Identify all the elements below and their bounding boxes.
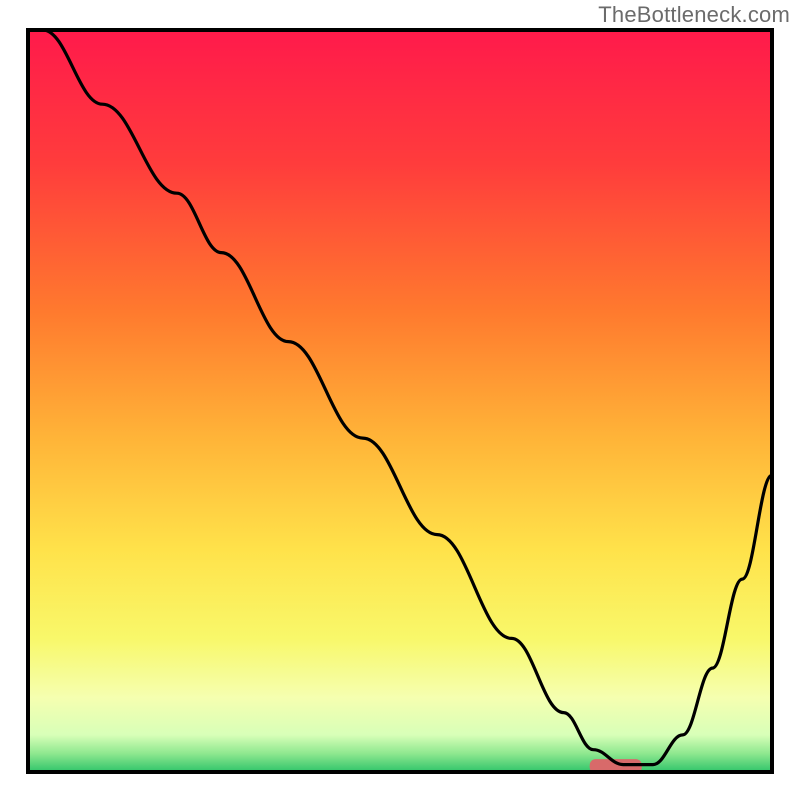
chart-container: TheBottleneck.com	[0, 0, 800, 800]
bottleneck-chart	[0, 0, 800, 800]
heat-background	[28, 30, 772, 772]
